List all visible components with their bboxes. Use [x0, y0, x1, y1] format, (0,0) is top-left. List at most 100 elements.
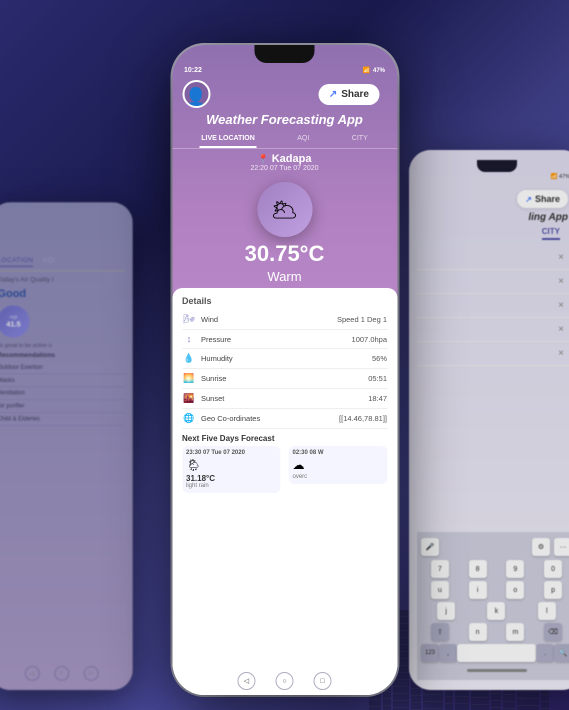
share-label: Share [341, 89, 369, 100]
share-button[interactable]: ↗ Share [319, 84, 379, 105]
key-n[interactable]: n [469, 623, 487, 641]
left-rec-item-1: Masks [0, 374, 125, 387]
key-search[interactable]: 🔍 [554, 644, 569, 662]
key-space[interactable] [457, 644, 536, 662]
right-keyboard[interactable]: 🎤 ⚙ ··· 7 8 9 0 u i o p j k l [417, 532, 569, 680]
left-home-bar: ◁ ○ □ [0, 662, 133, 684]
detail-pressure-left: ↕ Pressure [182, 334, 231, 344]
right-status-icons: 📶 47% [551, 174, 569, 180]
coordinates-icon: 🌐 [182, 413, 196, 424]
location-name: Kadapa [272, 153, 312, 165]
forecast-icon-0: 🌦 [186, 458, 277, 472]
forecast-date-1: 02:30 08 W [293, 450, 384, 456]
right-x-2: × [417, 294, 569, 318]
keyboard-swipe-bar [421, 665, 569, 674]
key-period[interactable]: . [536, 644, 554, 662]
location-pin-icon: 📍 [258, 154, 269, 165]
avatar-icon: 👤 [185, 88, 207, 106]
coordinates-label: Geo Co-ordinates [201, 414, 260, 423]
center-home-bar: ◁ ○ □ [172, 667, 397, 695]
keyboard-row-uiop: u i o p [421, 581, 569, 599]
tab-city[interactable]: CITY [350, 131, 370, 148]
key-m[interactable]: m [506, 623, 524, 641]
sunrise-value: 05:51 [368, 374, 387, 383]
key-comma[interactable]: , [439, 644, 457, 662]
key-l[interactable]: l [538, 602, 556, 620]
wind-icon: 🌬 [182, 314, 196, 325]
more-key[interactable]: ··· [554, 538, 569, 556]
right-share-header: ↗ Share [417, 182, 569, 212]
center-header: 👤 ↗ Share [172, 76, 397, 112]
phone-left-screen: LOCATION AQI Today's Air Quality I Good … [0, 202, 133, 690]
key-8[interactable]: 8 [469, 560, 487, 578]
left-quality-value: Good [0, 287, 125, 300]
detail-humidity: 💧 Humudity 56% [182, 349, 387, 369]
phone-right: 📶 47% ↗ Share ling App CITY × × × × × 🎤 [409, 150, 569, 690]
gear-key[interactable]: ⚙ [532, 538, 550, 556]
weather-main: 🌥 30.75°C Warm [172, 176, 397, 288]
wind-label: Wind [201, 315, 218, 324]
right-city-list: × × × × × [417, 246, 569, 532]
key-o[interactable]: o [506, 581, 524, 599]
tab-live-location[interactable]: LIVE LOCATION [199, 131, 257, 148]
temperature-display: 30.75°C [172, 241, 397, 267]
detail-pressure: ↕ Pressure 1007.0hpa [182, 330, 387, 349]
right-share-button[interactable]: ↗ Share [517, 190, 568, 208]
back-button[interactable]: ◁ [238, 672, 256, 690]
swipe-indicator [467, 669, 527, 672]
key-backspace[interactable]: ⌫ [544, 623, 562, 641]
center-status-bar: 10:22 📶 47% [172, 63, 397, 76]
sunrise-label: Sunrise [201, 374, 226, 383]
right-app-title: ling App [417, 212, 569, 227]
keyboard-num-row: 7 8 9 0 [421, 560, 569, 578]
wifi-icon: 📶 [363, 67, 370, 74]
left-rec-item-2: Ventilation [0, 387, 125, 400]
mic-key[interactable]: 🎤 [421, 538, 439, 556]
details-title: Details [182, 296, 387, 306]
left-description: Its great to be active o [0, 343, 125, 349]
phone-left: LOCATION AQI Today's Air Quality I Good … [0, 202, 133, 690]
key-k[interactable]: k [487, 602, 505, 620]
avatar[interactable]: 👤 [182, 80, 210, 108]
right-city-tab[interactable]: CITY [542, 227, 560, 240]
wind-value: Speed 1 Deg 1 [337, 315, 387, 324]
tab-aqi[interactable]: AQI [295, 131, 311, 148]
key-shift[interactable]: ⇧ [431, 623, 449, 641]
right-share-icon: ↗ [525, 195, 532, 204]
key-9[interactable]: 9 [506, 560, 524, 578]
right-x-3: × [417, 318, 569, 342]
pressure-icon: ↕ [182, 334, 196, 344]
forecast-desc-0: light rain [186, 483, 277, 489]
forecast-date-0: 23:30 07 Tue 07 2020 [186, 450, 277, 456]
right-status-bar: 📶 47% [417, 172, 569, 182]
left-aqi-number: 41.5 [6, 320, 20, 328]
detail-coordinates-left: 🌐 Geo Co-ordinates [182, 413, 260, 424]
right-x-0: × [417, 246, 569, 270]
home-button[interactable]: ○ [276, 672, 294, 690]
left-tab-aqi[interactable]: AQI [43, 258, 55, 267]
recents-button[interactable]: □ [314, 672, 332, 690]
key-0[interactable]: 0 [544, 560, 562, 578]
left-home-btn[interactable]: ○ [54, 666, 69, 681]
right-notch [477, 160, 517, 172]
left-back-btn[interactable]: ◁ [25, 666, 40, 681]
key-j[interactable]: j [437, 602, 455, 620]
center-tabs: LIVE LOCATION AQI CITY [172, 131, 397, 149]
detail-sunrise: 🌅 Sunrise 05:51 [182, 369, 387, 389]
phone-center: 10:22 📶 47% 👤 ↗ Share Weather Forecastin… [172, 45, 397, 695]
left-tab-location[interactable]: LOCATION [0, 258, 33, 267]
sunset-value: 18:47 [368, 394, 387, 403]
sunset-label: Sunset [201, 394, 224, 403]
key-7[interactable]: 7 [431, 560, 449, 578]
key-i[interactable]: i [469, 581, 487, 599]
coordinates-value: [[14.46,78.81]] [339, 414, 387, 423]
left-recents-btn[interactable]: □ [83, 666, 98, 681]
sunrise-icon: 🌅 [182, 373, 196, 384]
detail-humidity-left: 💧 Humudity [182, 353, 233, 364]
key-u[interactable]: u [431, 581, 449, 599]
left-rec-item-4: Child & Elderies [0, 413, 125, 426]
detail-wind-left: 🌬 Wind [182, 314, 218, 325]
key-p[interactable]: p [544, 581, 562, 599]
key-num[interactable]: 123 [421, 644, 439, 662]
share-icon: ↗ [329, 89, 337, 100]
